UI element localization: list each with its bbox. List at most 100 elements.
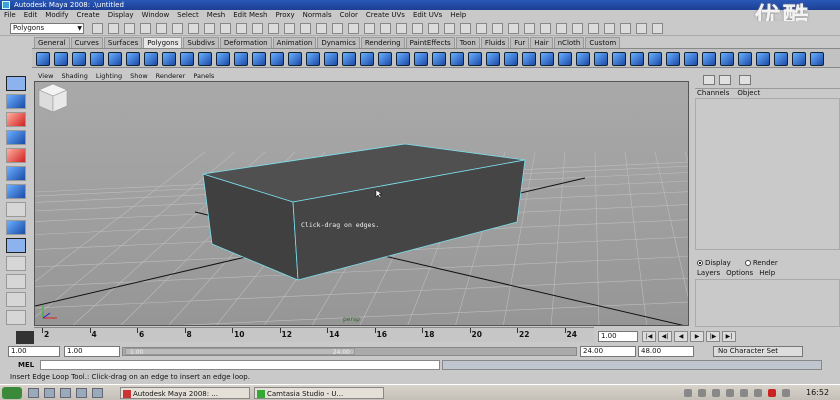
end-time-field[interactable]: 48.00	[638, 346, 694, 357]
range-bar[interactable]: 1.00 24.00	[122, 347, 577, 356]
tab-fur[interactable]: Fur	[510, 37, 530, 48]
polygon-tool-icon[interactable]	[234, 52, 248, 66]
polygon-tool-icon[interactable]	[648, 52, 662, 66]
panel-menu-panels[interactable]: Panels	[193, 72, 214, 81]
play-forward-button[interactable]: ▶	[690, 331, 704, 342]
tab-polygons[interactable]: Polygons	[143, 37, 183, 48]
tray-icon[interactable]	[754, 389, 762, 397]
paint-select-tool-icon[interactable]	[6, 112, 26, 127]
polygon-tool-icon[interactable]	[558, 52, 572, 66]
go-to-end-button[interactable]: ▶|	[722, 331, 736, 342]
menu-create-uvs[interactable]: Create UVs	[366, 10, 405, 21]
polygon-tool-icon[interactable]	[810, 52, 824, 66]
status-line-tool-icon[interactable]	[444, 23, 455, 34]
status-line-tool-icon[interactable]	[556, 23, 567, 34]
select-tool-icon[interactable]	[6, 76, 26, 91]
polygon-tool-icon[interactable]	[540, 52, 554, 66]
tray-icon[interactable]	[698, 389, 706, 397]
polygon-tool-icon[interactable]	[288, 52, 302, 66]
polygon-tool-icon[interactable]	[738, 52, 752, 66]
polygon-tool-icon[interactable]	[144, 52, 158, 66]
panel-menu-shading[interactable]: Shading	[61, 72, 87, 81]
polygon-tool-icon[interactable]	[756, 52, 770, 66]
channel-box[interactable]	[695, 98, 840, 250]
tab-painteffects[interactable]: PaintEffects	[405, 37, 455, 48]
go-to-start-button[interactable]: |◀	[642, 331, 656, 342]
polygon-tool-icon[interactable]	[450, 52, 464, 66]
quick-launch-ie-icon[interactable]	[44, 388, 55, 398]
status-line-tool-icon[interactable]	[124, 23, 135, 34]
status-line-tool-icon[interactable]	[492, 23, 503, 34]
tab-general[interactable]: General	[34, 37, 70, 48]
tab-rendering[interactable]: Rendering	[360, 37, 405, 48]
menu-color[interactable]: Color	[340, 10, 358, 21]
polygon-tool-icon[interactable]	[504, 52, 518, 66]
polygon-tool-icon[interactable]	[162, 52, 176, 66]
status-line-tool-icon[interactable]	[636, 23, 647, 34]
status-line-tool-icon[interactable]	[332, 23, 343, 34]
task-camtasia[interactable]: Camtasia Studio - U...	[254, 387, 384, 399]
polygon-tool-icon[interactable]	[306, 52, 320, 66]
character-set-select[interactable]: No Character Set	[713, 346, 803, 357]
tray-icon[interactable]	[712, 389, 720, 397]
menu-edit[interactable]: Edit	[24, 10, 38, 21]
render-layers-radio[interactable]: Render	[744, 259, 778, 267]
menu-mesh[interactable]: Mesh	[207, 10, 225, 21]
play-backward-button[interactable]: ◀	[674, 331, 688, 342]
polygon-tool-icon[interactable]	[252, 52, 266, 66]
task-maya[interactable]: Autodesk Maya 2008: ...	[120, 387, 250, 399]
status-line-tool-icon[interactable]	[460, 23, 471, 34]
polygon-tool-icon[interactable]	[216, 52, 230, 66]
attribute-editor-toggle-icon[interactable]	[719, 75, 731, 85]
status-line-tool-icon[interactable]	[428, 23, 439, 34]
tab-animation[interactable]: Animation	[272, 37, 317, 48]
status-line-tool-icon[interactable]	[524, 23, 535, 34]
status-line-tool-icon[interactable]	[364, 23, 375, 34]
menu-edit-uvs[interactable]: Edit UVs	[413, 10, 442, 21]
channel-menu-object[interactable]: Object	[737, 89, 760, 97]
menu-create[interactable]: Create	[76, 10, 99, 21]
status-line-tool-icon[interactable]	[236, 23, 247, 34]
status-line-tool-icon[interactable]	[540, 23, 551, 34]
layout-four-icon[interactable]	[6, 274, 26, 289]
current-time-field[interactable]: 1.00	[598, 331, 638, 342]
polygon-tool-icon[interactable]	[702, 52, 716, 66]
polygon-tool-icon[interactable]	[486, 52, 500, 66]
tray-icon[interactable]	[726, 389, 734, 397]
layer-editor[interactable]	[695, 279, 840, 327]
status-line-tool-icon[interactable]	[412, 23, 423, 34]
tab-custom[interactable]: Custom	[585, 37, 621, 48]
panel-menu-renderer[interactable]: Renderer	[156, 72, 186, 81]
tab-surfaces[interactable]: Surfaces	[103, 37, 143, 48]
polygon-tool-icon[interactable]	[612, 52, 626, 66]
current-tool-icon[interactable]	[6, 238, 26, 253]
menu-file[interactable]: File	[4, 10, 16, 21]
quick-launch-media-icon[interactable]	[60, 388, 71, 398]
status-line-tool-icon[interactable]	[140, 23, 151, 34]
rotate-tool-icon[interactable]	[6, 148, 26, 163]
status-line-tool-icon[interactable]	[188, 23, 199, 34]
panel-menu-show[interactable]: Show	[130, 72, 148, 81]
menu-window[interactable]: Window	[142, 10, 170, 21]
status-line-tool-icon[interactable]	[508, 23, 519, 34]
menu-normals[interactable]: Normals	[303, 10, 332, 21]
channel-box-toggle-icon[interactable]	[703, 75, 715, 85]
mel-command-input[interactable]	[40, 360, 440, 370]
status-line-tool-icon[interactable]	[220, 23, 231, 34]
polygon-tool-icon[interactable]	[270, 52, 284, 66]
status-line-tool-icon[interactable]	[204, 23, 215, 34]
tray-icon[interactable]	[782, 389, 790, 397]
status-line-tool-icon[interactable]	[476, 23, 487, 34]
menu-proxy[interactable]: Proxy	[275, 10, 294, 21]
start-button[interactable]	[2, 387, 22, 399]
tab-curves[interactable]: Curves	[70, 37, 103, 48]
polygon-tool-icon[interactable]	[324, 52, 338, 66]
polygon-tool-icon[interactable]	[72, 52, 86, 66]
tray-icon[interactable]	[768, 389, 776, 397]
polygon-tool-icon[interactable]	[36, 52, 50, 66]
time-slider[interactable]: 2 4 6 8 10 12 14 16 18 20 22 24	[34, 327, 594, 342]
layout-two-icon[interactable]	[6, 292, 26, 307]
menu-modify[interactable]: Modify	[45, 10, 68, 21]
polygon-tool-icon[interactable]	[360, 52, 374, 66]
tab-ncloth[interactable]: nCloth	[553, 37, 585, 48]
